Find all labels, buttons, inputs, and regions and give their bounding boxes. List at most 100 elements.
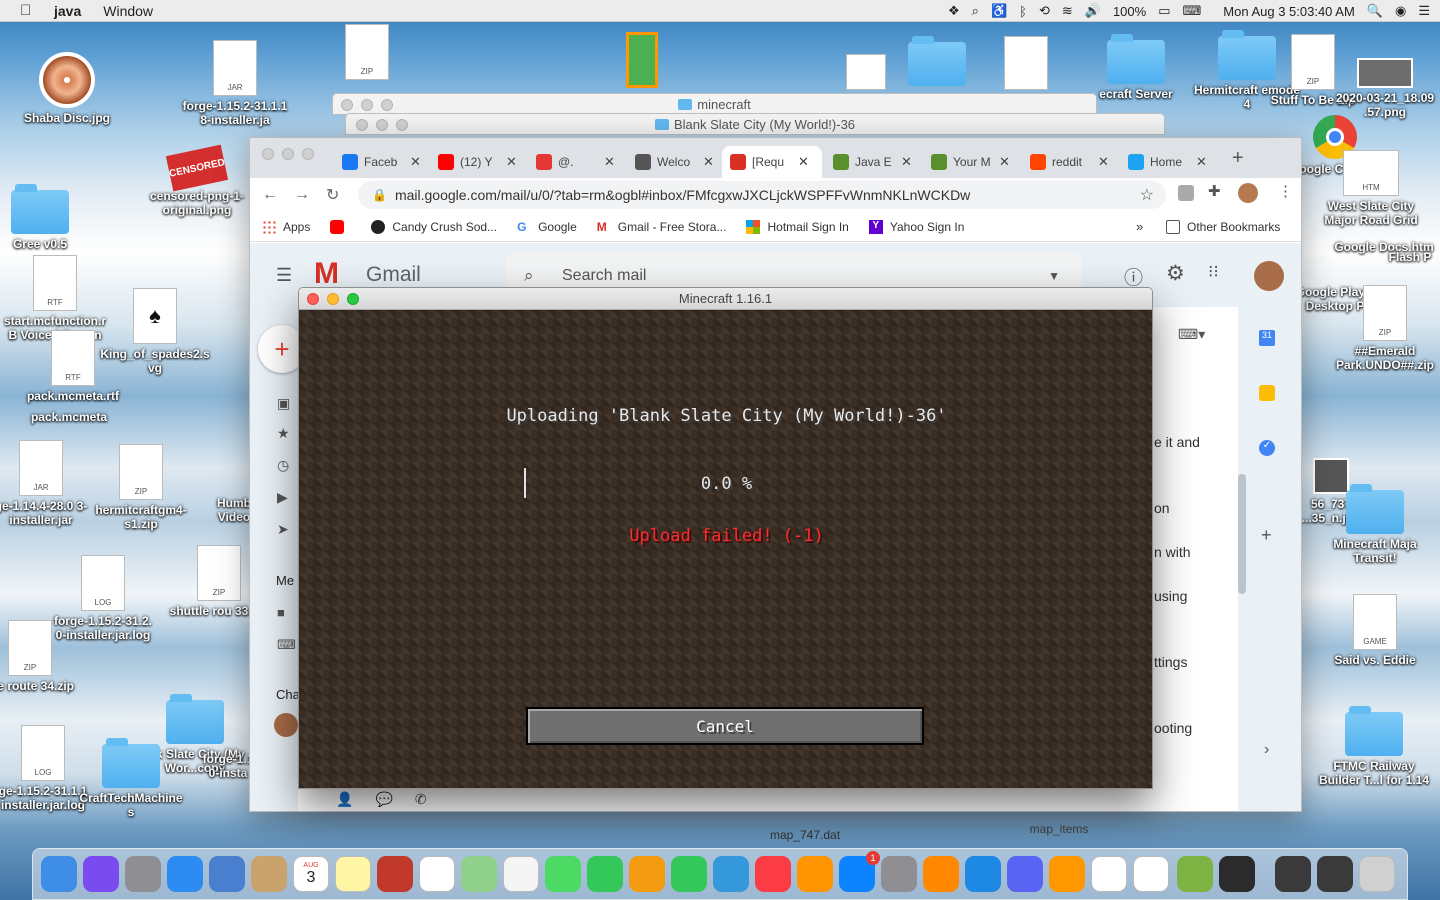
apple-menu-icon[interactable]:  [20, 2, 38, 19]
dock-system-preferences-icon[interactable] [881, 856, 917, 892]
desktop-icon-screenshot-png[interactable]: 2020-03-21_18.09 .57.png [1330, 58, 1440, 119]
back-icon[interactable]: ← [262, 186, 278, 204]
close-tab-icon[interactable]: ✕ [999, 154, 1010, 170]
desktop-icon-censored-png[interactable]: CENSORED censored-png-1- original.png [142, 144, 252, 217]
new-tab-button[interactable]: + [1232, 147, 1244, 170]
dock-music-icon[interactable] [755, 856, 791, 892]
app-menu[interactable]: java [54, 3, 81, 19]
dock-books-icon[interactable] [797, 856, 833, 892]
dock-vlc-icon[interactable] [923, 856, 959, 892]
desktop-icon-west-slate-city[interactable]: HTM West Slate City Major Road Grid [1316, 150, 1426, 227]
tab-cube[interactable]: Welco ✕ [627, 146, 723, 178]
dock-launchpad-icon[interactable] [125, 856, 161, 892]
bookmarks-overflow-icon[interactable]: » [1136, 219, 1143, 234]
dock-safari-icon[interactable] [167, 856, 203, 892]
zoom-button[interactable] [347, 293, 359, 305]
desktop-icon-forge-jar[interactable]: JAR forge-1.15.2-31.1.1 8-installer.ja [180, 40, 290, 127]
dock-terminal-icon[interactable] [1219, 856, 1255, 892]
bookmark-star-icon[interactable]: ☆ [1140, 185, 1154, 205]
google-apps-icon[interactable]: ⁝⁝ [1208, 262, 1219, 282]
desktop-icon-said-vs-eddie[interactable]: GAME Said vs. Eddie [1320, 594, 1430, 667]
minecraft-title-bar[interactable]: Minecraft 1.16.1 [299, 288, 1152, 310]
desktop-icon-pack-mcmeta[interactable]: pack.mcmeta [14, 410, 124, 424]
dock-maps-icon[interactable] [461, 856, 497, 892]
keyboard-icon[interactable]: ⌨▾ [1178, 326, 1205, 343]
desktop-icon-forge-1-14-jar[interactable]: JAR ge-1.14.4-28.0 3-installer.jar [0, 440, 96, 527]
dock-minecraft-icon[interactable] [1177, 856, 1213, 892]
dropbox-icon[interactable]: ❖ [948, 3, 960, 19]
dock-textedit-icon[interactable] [1091, 856, 1127, 892]
desktop-icon-minecraft-maja-transit[interactable]: Minecraft Maja Transit! [1320, 484, 1430, 565]
window-menu[interactable]: Window [103, 3, 153, 19]
settings-gear-icon[interactable]: ⚙ [1166, 261, 1185, 286]
desktop-icon-green-folder[interactable]: Gree v0.5 [0, 184, 80, 251]
important-icon[interactable]: ▶ [277, 489, 288, 506]
dock-finder-icon[interactable] [41, 856, 77, 892]
tab-gmail[interactable]: [Requ ✕ [722, 146, 822, 178]
calendar-icon[interactable]: 31 [1259, 330, 1275, 346]
account-avatar[interactable] [1254, 261, 1284, 291]
forward-icon[interactable]: → [294, 186, 310, 204]
close-tab-icon[interactable]: ✕ [1098, 154, 1109, 170]
jar-file-icon[interactable] [1004, 36, 1048, 90]
search-options-icon[interactable]: ▼ [1048, 269, 1060, 283]
bookmark-google[interactable]: G Google [517, 220, 577, 234]
desktop-icon-shaba-disc[interactable]: Shaba Disc.jpg [12, 52, 122, 125]
dock-window-icon[interactable] [1275, 856, 1311, 892]
other-bookmarks[interactable]: Other Bookmarks [1166, 219, 1280, 234]
zoom-button[interactable] [302, 148, 314, 160]
spotlight-icon[interactable]: 🔍 [1367, 3, 1383, 19]
video-icon[interactable]: ■ [277, 605, 285, 620]
dock-numbers-icon[interactable] [671, 856, 707, 892]
hangouts-icon[interactable]: 💬 [375, 791, 392, 808]
desktop-icon-hermitcraftgm4[interactable]: ZIP hermitcraftgm4- s1.zip [86, 444, 196, 531]
input-menu-icon[interactable]: ⌨ [1183, 3, 1202, 19]
dock-keynote-icon[interactable] [713, 856, 749, 892]
close-tab-icon[interactable]: ✕ [506, 154, 517, 170]
dock-trash-icon[interactable] [1359, 856, 1395, 892]
bookmark-candy-crush[interactable]: Candy Crush Sod... [371, 219, 497, 234]
dock-facetime-icon[interactable] [587, 856, 623, 892]
minimize-button[interactable] [327, 293, 339, 305]
battery-icon[interactable]: ▭ [1158, 3, 1170, 19]
sent-icon[interactable]: ➤ [277, 521, 289, 538]
close-button[interactable] [262, 148, 274, 160]
dock-window-icon[interactable] [1317, 856, 1353, 892]
bookmark-youtube[interactable] [330, 219, 351, 234]
desktop-icon-start-mcfunction[interactable]: RTF start.mcfunction.r B Voiced Frozen [0, 255, 110, 342]
dock-discord-icon[interactable] [1007, 856, 1043, 892]
dock-contacts-icon[interactable] [251, 856, 287, 892]
dock-xcode-icon[interactable] [965, 856, 1001, 892]
tab-facebook[interactable]: Faceb ✕ [334, 146, 430, 178]
profile-avatar[interactable] [1238, 183, 1258, 203]
volume-icon[interactable]: 🔊 [1085, 3, 1101, 19]
tab-youtube[interactable]: (12) Y ✕ [430, 146, 526, 178]
starred-icon[interactable]: ★ [277, 425, 290, 442]
reload-icon[interactable]: ↻ [326, 185, 339, 205]
desktop-icon-shuttle-route-34[interactable]: ZIP ttle route 34.zip [0, 620, 80, 693]
wifi-icon[interactable]: ≋ [1062, 3, 1073, 19]
dock-photo-booth-icon[interactable] [377, 856, 413, 892]
dock-notes-icon[interactable] [335, 856, 371, 892]
address-bar[interactable]: 🔒 mail.google.com/mail/u/0/?tab=rm&ogbl#… [358, 181, 1166, 209]
dock-reminders-icon[interactable] [419, 856, 455, 892]
dock-messages-icon[interactable] [545, 856, 581, 892]
bookmark-hotmail[interactable]: Hotmail Sign In [746, 219, 849, 234]
desktop-icon-map-747[interactable]: map_747.dat [750, 828, 860, 842]
bookmark-gmail[interactable]: M Gmail - Free Stora... [597, 220, 727, 234]
folder-icon[interactable] [908, 36, 966, 86]
siri-icon[interactable]: ◉ [1395, 3, 1406, 19]
bookmark-yahoo[interactable]: Y Yahoo Sign In [868, 219, 964, 234]
desktop-icon-pack-mcmeta-rtf[interactable]: RTF pack.mcmeta.rtf [18, 330, 128, 403]
scrollbar[interactable] [1238, 474, 1246, 594]
inbox-icon[interactable]: ▣ [277, 395, 290, 412]
tasks-icon[interactable]: ✓ [1259, 440, 1275, 456]
keyboard-icon[interactable]: ⌨ [277, 637, 296, 653]
notification-center-icon[interactable]: ☰ [1418, 3, 1430, 19]
phone-icon[interactable]: ✆ [415, 791, 427, 808]
accessibility-icon[interactable]: ♿ [991, 3, 1007, 19]
desktop-icon-minecraft-server[interactable]: ecraft Server [1086, 34, 1186, 101]
support-icon[interactable]: ⓘ [1124, 263, 1143, 290]
minimize-button[interactable] [282, 148, 294, 160]
desktop-icon-ftmc-railway-zip[interactable]: ZIP [312, 24, 422, 83]
